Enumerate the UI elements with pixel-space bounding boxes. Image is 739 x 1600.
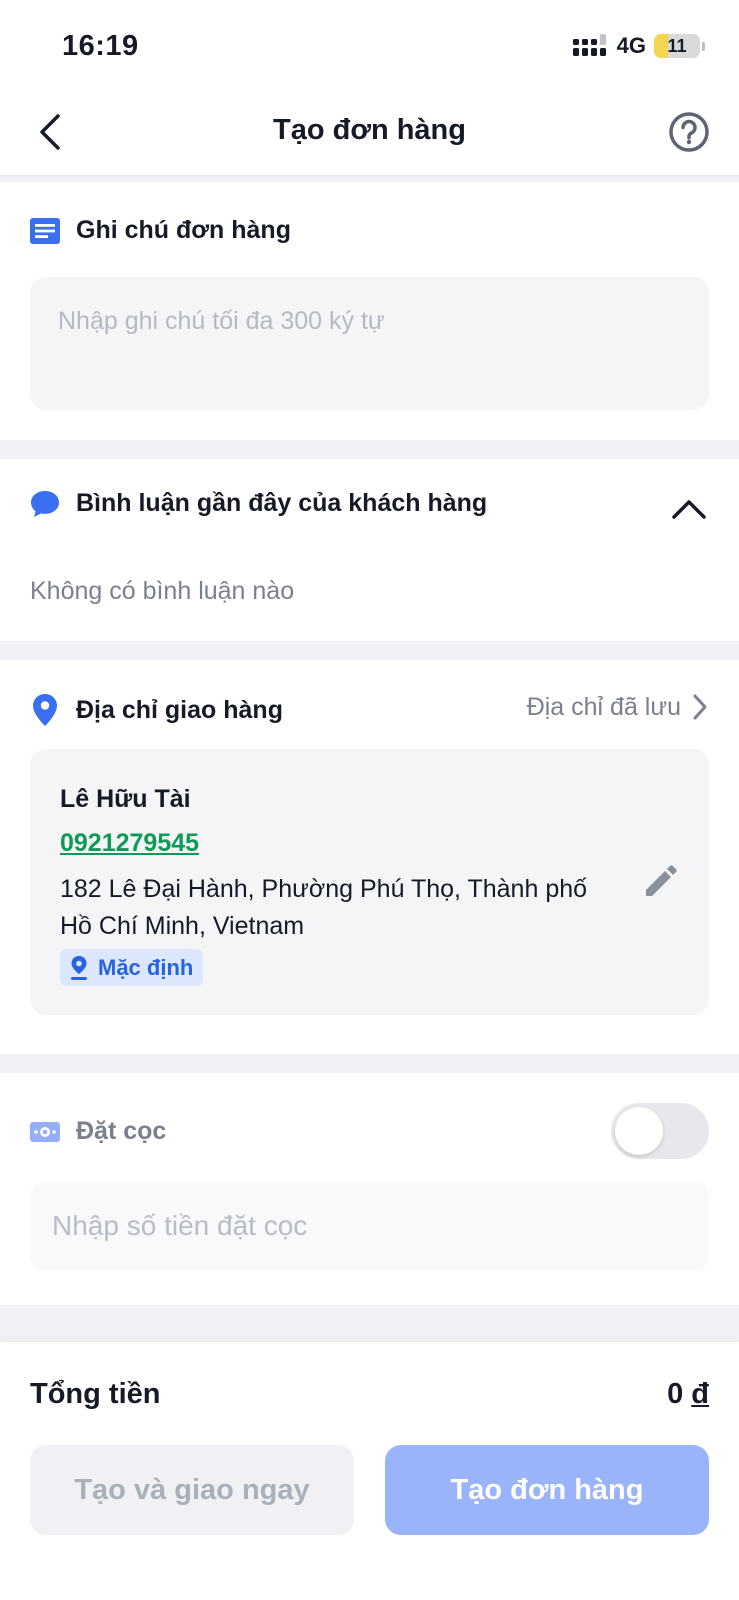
deposit-toggle[interactable] [611, 1103, 709, 1159]
battery-icon: 11 [654, 34, 700, 58]
question-circle-icon[interactable] [667, 110, 711, 154]
recipient-address: 182 Lê Đại Hành, Phường Phú Thọ, Thành p… [60, 875, 588, 940]
deposit-section: Đặt cọc [0, 1073, 739, 1305]
comments-header: Bình luận gần đây của khách hàng [30, 489, 487, 518]
deposit-amount-input[interactable] [30, 1182, 709, 1270]
signal-icon [572, 34, 606, 56]
total-currency: đ [691, 1378, 709, 1410]
order-footer: Tổng tiền 0 đ Tạo và giao ngay Tạo đơn h… [0, 1342, 739, 1600]
order-note-title: Ghi chú đơn hàng [76, 216, 291, 244]
battery-level: 11 [667, 35, 687, 56]
pencil-icon[interactable] [643, 865, 677, 899]
recipient-name: Lê Hữu Tài [60, 785, 191, 813]
order-note-input[interactable] [30, 277, 709, 410]
total-value: 0 đ [667, 1378, 709, 1411]
total-label: Tổng tiền [30, 1378, 161, 1410]
order-note-header: Ghi chú đơn hàng [30, 216, 291, 245]
chevron-up-icon[interactable] [669, 489, 709, 529]
location-pin-icon [33, 694, 57, 726]
pin-icon [71, 955, 87, 980]
total-amount: 0 [667, 1378, 684, 1410]
page-title: Tạo đơn hàng [273, 114, 466, 146]
comments-title: Bình luận gần đây của khách hàng [76, 489, 488, 517]
toggle-knob [615, 1107, 663, 1155]
saved-addresses-link[interactable]: Địa chỉ đã lưu [527, 692, 709, 722]
shipping-address-title: Địa chỉ giao hàng [76, 695, 283, 724]
deposit-title: Đặt cọc [76, 1117, 167, 1145]
status-bar: 16:19 4G 11 [0, 0, 739, 88]
shipping-address-header: Địa chỉ giao hàng [30, 694, 283, 726]
create-and-deliver-button[interactable]: Tạo và giao ngay [30, 1445, 354, 1535]
status-time: 16:19 [62, 30, 139, 62]
battery-tip [702, 41, 705, 51]
status-indicators: 4G 11 [572, 33, 705, 59]
chevron-right-icon [693, 694, 707, 720]
create-order-button[interactable]: Tạo đơn hàng [385, 1445, 709, 1535]
default-badge-label: Mặc định [98, 954, 194, 980]
saved-addresses-label: Địa chỉ đã lưu [526, 692, 681, 721]
deposit-header: Đặt cọc [30, 1117, 166, 1146]
network-label: 4G [616, 33, 646, 58]
comments-empty-text: Không có bình luận nào [30, 577, 295, 605]
order-note-section: Ghi chú đơn hàng [0, 182, 739, 440]
money-icon [30, 1121, 60, 1142]
default-address-badge: Mặc định [60, 949, 204, 986]
comments-section: Bình luận gần đây của khách hàng Không c… [0, 459, 739, 641]
shipping-address-section: Địa chỉ giao hàng Địa chỉ đã lưu Lê Hữu … [0, 660, 739, 1054]
nav-bar: Tạo đơn hàng [0, 88, 739, 176]
address-card[interactable]: Lê Hữu Tài 0921279545 182 Lê Đại Hành, P… [30, 749, 709, 1015]
chat-bubble-icon [31, 490, 59, 517]
recipient-phone[interactable]: 0921279545 [60, 829, 199, 858]
note-icon [30, 217, 60, 244]
